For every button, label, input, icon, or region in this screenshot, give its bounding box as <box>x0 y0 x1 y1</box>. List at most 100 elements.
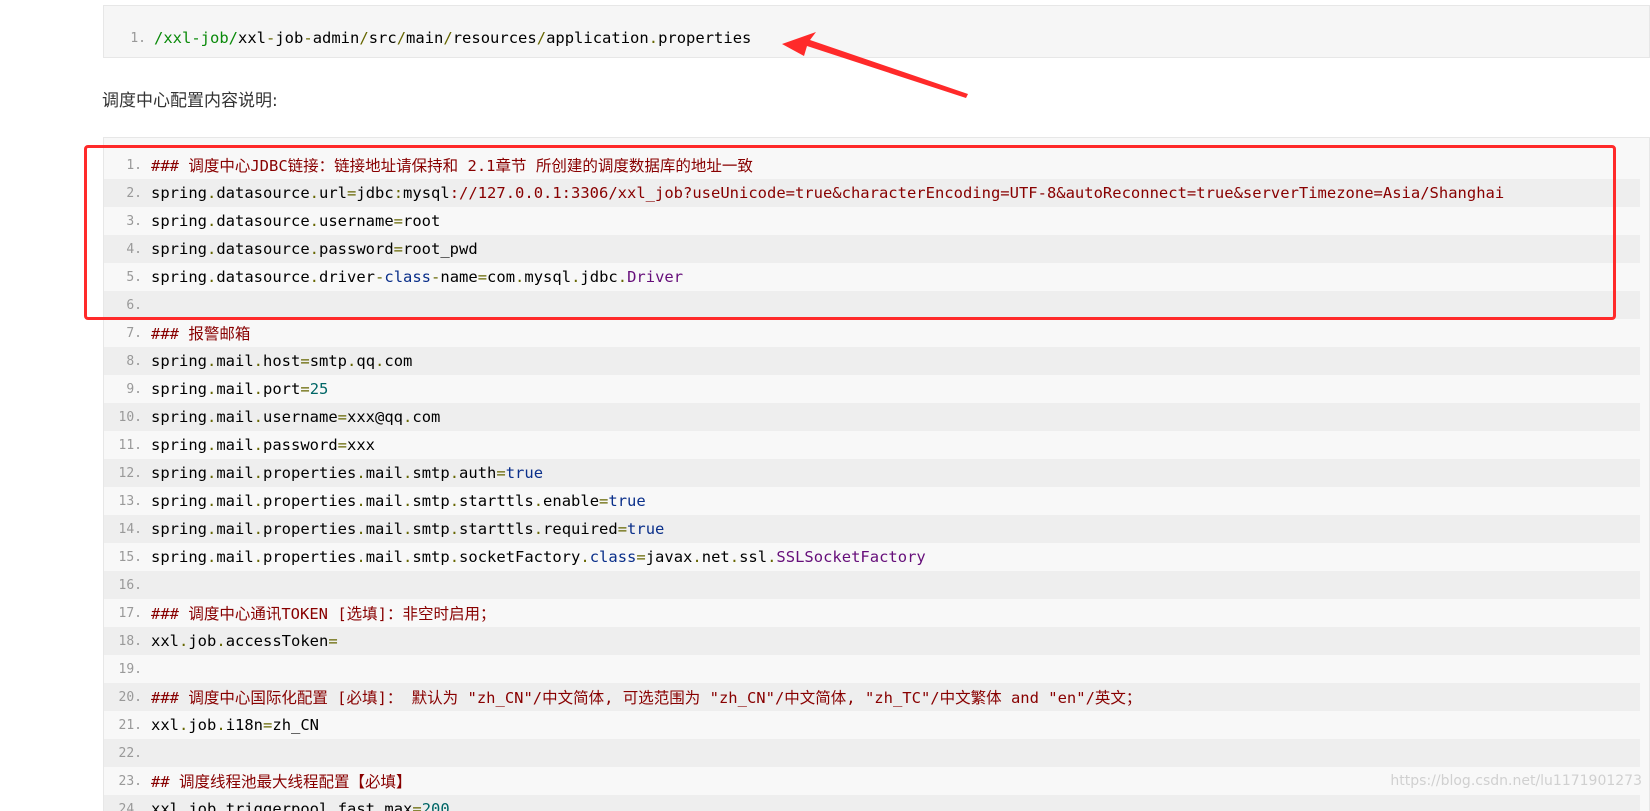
code-token: true <box>505 464 544 482</box>
code-token: zh_CN <box>272 716 320 734</box>
line-number: 15. <box>118 549 142 565</box>
line-number: 14. <box>118 521 142 537</box>
line-number: 9. <box>126 381 142 397</box>
code-token: mail <box>365 548 404 566</box>
code-token: = <box>477 268 488 286</box>
code-token: root_pwd <box>403 240 478 258</box>
code-token: = <box>617 520 628 538</box>
line-number: 12. <box>118 465 142 481</box>
code-token: spring <box>151 380 207 398</box>
code-token: com <box>384 352 413 370</box>
code-token: . <box>356 548 366 566</box>
code-token: . <box>375 800 385 811</box>
code-line-text: spring.datasource.password=root_pwd <box>151 240 478 258</box>
code-token: spring <box>151 520 207 538</box>
page: 1. /xxl-job/xxl-job-admin/src/main/resou… <box>0 0 1650 811</box>
code-token: spring <box>151 492 207 510</box>
code-token: class <box>384 268 432 286</box>
code-token: jdbc <box>356 184 394 202</box>
file-path-code-block: 1. /xxl-job/xxl-job-admin/src/main/resou… <box>103 5 1650 58</box>
code-token: xxl <box>151 716 179 734</box>
code-token: password <box>263 436 338 454</box>
code-token: . <box>449 520 460 538</box>
config-code-block: 1. ### 调度中心JDBC链接：链接地址请保持和 2.1章节 所创建的调度数据… <box>103 137 1650 811</box>
code-token: port <box>263 380 301 398</box>
code-line: 18. xxl.job.accessToken= <box>104 627 1640 655</box>
code-token: . <box>449 492 460 510</box>
code-token: . <box>207 268 217 286</box>
code-token: xxl <box>151 800 179 811</box>
code-line: 24. xxl.job.triggerpool.fast.max=200 <box>104 795 1640 811</box>
code-token: . <box>216 632 226 650</box>
code-line-text: spring.datasource.driver-class-name=com.… <box>151 268 683 286</box>
code-token: = <box>393 240 404 258</box>
code-line: 19. <box>104 655 1640 683</box>
file-path-text: /xxl-job/xxl-job-admin/src/main/resource… <box>154 29 751 47</box>
code-line: 17. ### 调度中心通讯TOKEN [选填]：非空时启用； <box>104 599 1640 627</box>
code-token: fast <box>337 800 376 811</box>
code-token: = <box>263 716 273 734</box>
code-token: com <box>412 408 441 426</box>
code-line-text: spring.mail.properties.mail.smtp.starttl… <box>151 520 664 538</box>
code-token: smtp <box>412 464 450 482</box>
code-token: datasource <box>216 268 310 286</box>
code-token: . <box>207 492 217 510</box>
code-token: xxx <box>347 436 376 454</box>
code-token: . <box>253 520 264 538</box>
code-token: / <box>359 29 369 47</box>
code-token: . <box>207 548 217 566</box>
code-token: . <box>207 520 217 538</box>
code-token: = <box>337 408 348 426</box>
code-token: / <box>396 29 407 47</box>
code-token: accessToken <box>225 632 329 650</box>
code-line: 8. spring.mail.host=smtp.qq.com <box>104 347 1640 375</box>
code-token: 25 <box>309 380 329 398</box>
code-token: driver <box>319 268 376 286</box>
code-token: job <box>188 716 217 734</box>
code-token: . <box>515 268 525 286</box>
line-number: 7. <box>126 325 142 341</box>
code-token: . <box>356 520 366 538</box>
line-number: 21. <box>118 717 142 733</box>
code-token: . <box>356 464 366 482</box>
code-line: 14. spring.mail.properties.mail.smtp.star… <box>104 515 1640 543</box>
line-number: 16. <box>118 577 142 593</box>
code-line-text: spring.mail.properties.mail.smtp.socketF… <box>151 548 926 566</box>
line-number: 1. <box>130 30 146 46</box>
line-number: 13. <box>118 493 142 509</box>
code-token: = <box>393 212 404 230</box>
code-token: smtp <box>412 520 450 538</box>
code-token: url <box>319 184 348 202</box>
code-token: mail <box>216 464 254 482</box>
line-number: 10. <box>118 409 142 425</box>
code-token: . <box>253 492 264 510</box>
code-token: . <box>403 464 413 482</box>
code-token: mysql <box>403 184 450 202</box>
code-token: true <box>627 520 665 538</box>
code-token: . <box>403 408 413 426</box>
code-token: mysql <box>524 268 572 286</box>
code-line-text: spring.mail.password=xxx <box>151 436 375 454</box>
code-token: SSLSocketFactory <box>776 548 926 566</box>
line-number: 8. <box>126 353 142 369</box>
code-token: mail <box>365 520 404 538</box>
code-token: - <box>266 29 276 47</box>
code-line: 3. spring.datasource.username=root <box>104 207 1640 235</box>
code-line-text: spring.mail.host=smtp.qq.com <box>151 352 412 370</box>
code-line-text: ## 调度线程池最大线程配置【必填】 <box>151 770 412 792</box>
line-number: 3. <box>126 213 142 229</box>
code-lines: 1. ### 调度中心JDBC链接：链接地址请保持和 2.1章节 所创建的调度数据… <box>104 151 1640 811</box>
code-token: mail <box>216 520 254 538</box>
code-token: . <box>328 800 338 811</box>
code-token: properties <box>263 548 357 566</box>
code-token: . <box>309 240 320 258</box>
code-token: job <box>275 29 304 47</box>
code-line: 5. spring.datasource.driver-class-name=co… <box>104 263 1640 291</box>
code-token: smtp <box>412 548 450 566</box>
code-token: i18n <box>225 716 264 734</box>
code-token: application <box>546 29 649 47</box>
code-line: 22. <box>104 739 1640 767</box>
code-token: spring <box>151 184 207 202</box>
code-token: spring <box>151 212 207 230</box>
code-token: mail <box>216 408 254 426</box>
